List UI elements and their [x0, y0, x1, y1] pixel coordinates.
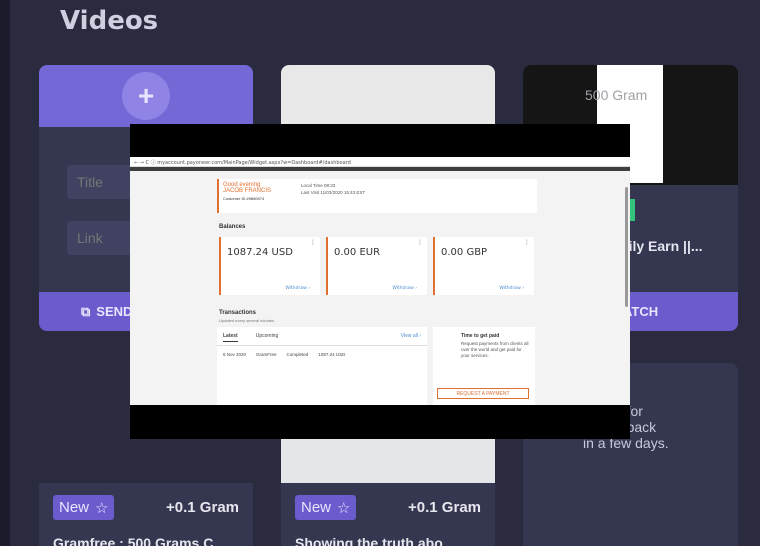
balance-card: 0.00 GBP ⋮ Withdraw › [433, 237, 534, 295]
tx-amount: 1087.24 USD [318, 352, 346, 357]
view-all-link[interactable]: View all › [401, 333, 421, 339]
last-visit: Last Visit 11/03/2020 15:43 EST [301, 190, 366, 195]
more-icon[interactable]: ⋮ [524, 239, 530, 246]
table-row[interactable]: 6 Nov 2020 GramFree Completed 1087.24 US… [217, 346, 427, 363]
add-icon[interactable]: + [122, 72, 170, 120]
video-frame: ← → C ⓘ myaccount.payoneer.com/MainPage/… [130, 157, 630, 405]
tx-status: Completed [286, 352, 309, 357]
transactions-subtitle: Updated every several minutes [219, 318, 275, 323]
more-icon[interactable]: ⋮ [310, 239, 316, 246]
visit-info: Local Time 08:33 Last Visit 11/03/2020 1… [301, 182, 365, 196]
request-payment-button[interactable]: REQUEST A PAYMENT [437, 388, 529, 399]
transactions-panel: Latest Upcoming View all › 6 Nov 2020 Gr… [217, 327, 427, 405]
tx-date: 6 Nov 2020 [223, 352, 247, 357]
video-title: Gramfree : 500 Grams C [53, 535, 214, 546]
reward-amount: +0.1 Gram [408, 499, 481, 516]
balance-card: 0.00 EUR ⋮ Withdraw › [326, 237, 427, 295]
balance-amount: 1087.24 USD [227, 247, 293, 258]
thumbnail-text: 500 Gram [585, 87, 648, 103]
withdraw-link[interactable]: Withdraw › [499, 286, 524, 291]
submit-card-header: + [39, 65, 253, 127]
transactions-heading: Transactions [219, 310, 257, 316]
badge-label: New [59, 499, 90, 516]
get-paid-description: Request payments from clients all over t… [461, 341, 529, 358]
send-label: SEND [96, 304, 133, 319]
reward-amount: +0.1 Gram [166, 499, 239, 516]
video-title: Showing the truth abo [295, 535, 443, 546]
get-paid-title: Time to get paid [461, 333, 500, 339]
get-paid-panel: Time to get paid Request payments from c… [433, 327, 535, 405]
new-badge: New ☆ [53, 495, 115, 520]
section-title: Videos [60, 6, 159, 36]
app-bar [130, 167, 630, 171]
transaction-tabs: Latest Upcoming [217, 327, 427, 346]
tab-latest[interactable]: Latest [223, 333, 238, 342]
customer-id: Customer ID #9880974 [223, 196, 265, 201]
balance-amount: 0.00 EUR [334, 247, 381, 258]
video-player[interactable]: ← → C ⓘ myaccount.payoneer.com/MainPage/… [130, 124, 630, 439]
withdraw-link[interactable]: Withdraw › [392, 286, 417, 291]
tab-upcoming[interactable]: Upcoming [256, 333, 279, 342]
account-name: JACOB FRANCIS [223, 188, 272, 194]
greeting-box: Good evening JACOB FRANCIS Customer ID #… [217, 179, 537, 213]
local-time: Local Time 08:33 [301, 183, 336, 188]
tx-payee: GramFree [256, 352, 277, 357]
external-link-icon: ⧉ [81, 303, 91, 319]
badge-label: New [301, 499, 332, 516]
balance-card: 1087.24 USD ⋮ Withdraw › [219, 237, 320, 295]
url-bar: ← → C ⓘ myaccount.payoneer.com/MainPage/… [130, 157, 630, 167]
more-icon[interactable]: ⋮ [417, 239, 423, 246]
balances-heading: Balances [219, 224, 246, 230]
star-icon[interactable]: ☆ [95, 499, 108, 517]
scrollbar[interactable] [625, 187, 628, 307]
new-badge: New ☆ [295, 495, 357, 520]
balance-amount: 0.00 GBP [441, 247, 488, 258]
star-icon[interactable]: ☆ [337, 499, 350, 517]
withdraw-link[interactable]: Withdraw › [285, 286, 310, 291]
